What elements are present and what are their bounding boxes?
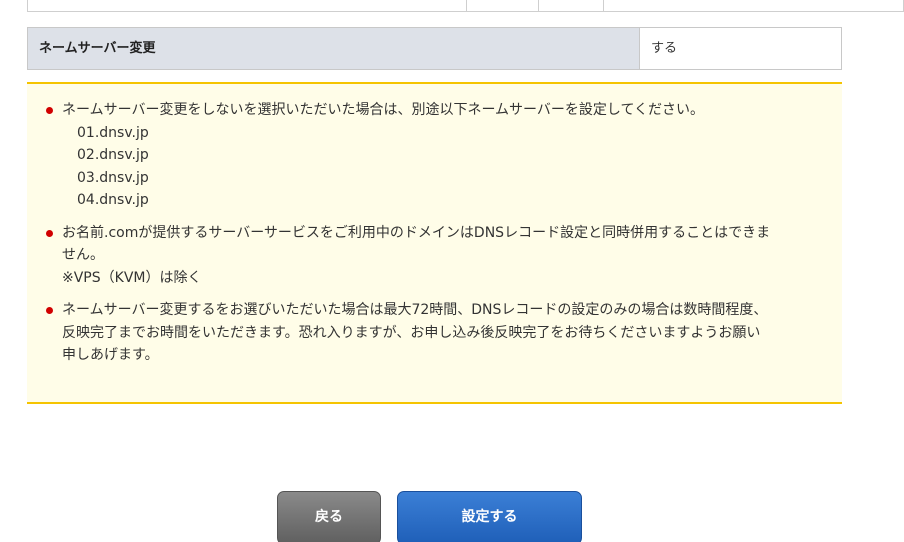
notice-box: ネームサーバー変更をしないを選択いただいた場合は、別途以下ネームサーバーを設定し…: [27, 82, 842, 404]
notice-text: ネームサーバー変更をしないを選択いただいた場合は、別途以下ネームサーバーを設定し…: [62, 102, 705, 118]
notice-text: お名前.comが提供するサーバーサービスをご利用中のドメインはDNSレコード設定…: [62, 224, 771, 241]
page: ネームサーバー変更 する ネームサーバー変更をしないを選択いただいた場合は、別途…: [0, 0, 904, 542]
bullet-icon: [46, 307, 53, 314]
table-divider: [538, 0, 539, 11]
notice-item: ネームサーバー変更をしないを選択いただいた場合は、別途以下ネームサーバーを設定し…: [46, 99, 822, 212]
nameserver-change-row: ネームサーバー変更 する: [27, 27, 842, 70]
notice-item: ネームサーバー変更するをお選びいただいた場合は最大72時間、DNSレコードの設定…: [46, 299, 822, 367]
notice-text: ネームサーバー変更するをお選びいただいた場合は最大72時間、DNSレコードの設定…: [62, 302, 768, 318]
previous-table-fragment: [27, 0, 904, 12]
table-divider: [603, 0, 604, 11]
nameserver-change-value: する: [640, 28, 841, 69]
bullet-icon: [46, 107, 53, 114]
submit-button[interactable]: 設定する: [397, 491, 582, 542]
notice-text: ※VPS（KVM）は除く: [62, 269, 202, 286]
nameserver-entry: 04.dnsv.jp: [77, 192, 149, 208]
notice-text: 申しあげます。: [62, 347, 159, 363]
nameserver-entry: 02.dnsv.jp: [77, 147, 149, 163]
back-button[interactable]: 戻る: [277, 491, 381, 542]
bullet-icon: [46, 229, 53, 237]
notice-list: ネームサーバー変更をしないを選択いただいた場合は、別途以下ネームサーバーを設定し…: [27, 84, 842, 367]
notice-item: お名前.comが提供するサーバーサービスをご利用中のドメインはDNSレコード設定…: [46, 222, 822, 290]
table-divider: [466, 0, 467, 11]
nameserver-entry: 03.dnsv.jp: [77, 169, 149, 186]
notice-text: 反映完了までお時間をいただきます。恐れ入りますが、お申し込み後反映完了をお待ちく…: [62, 324, 761, 341]
nameserver-entry: 01.dnsv.jp: [77, 124, 149, 141]
nameserver-change-label: ネームサーバー変更: [28, 28, 640, 69]
notice-text: せん。: [62, 247, 104, 263]
